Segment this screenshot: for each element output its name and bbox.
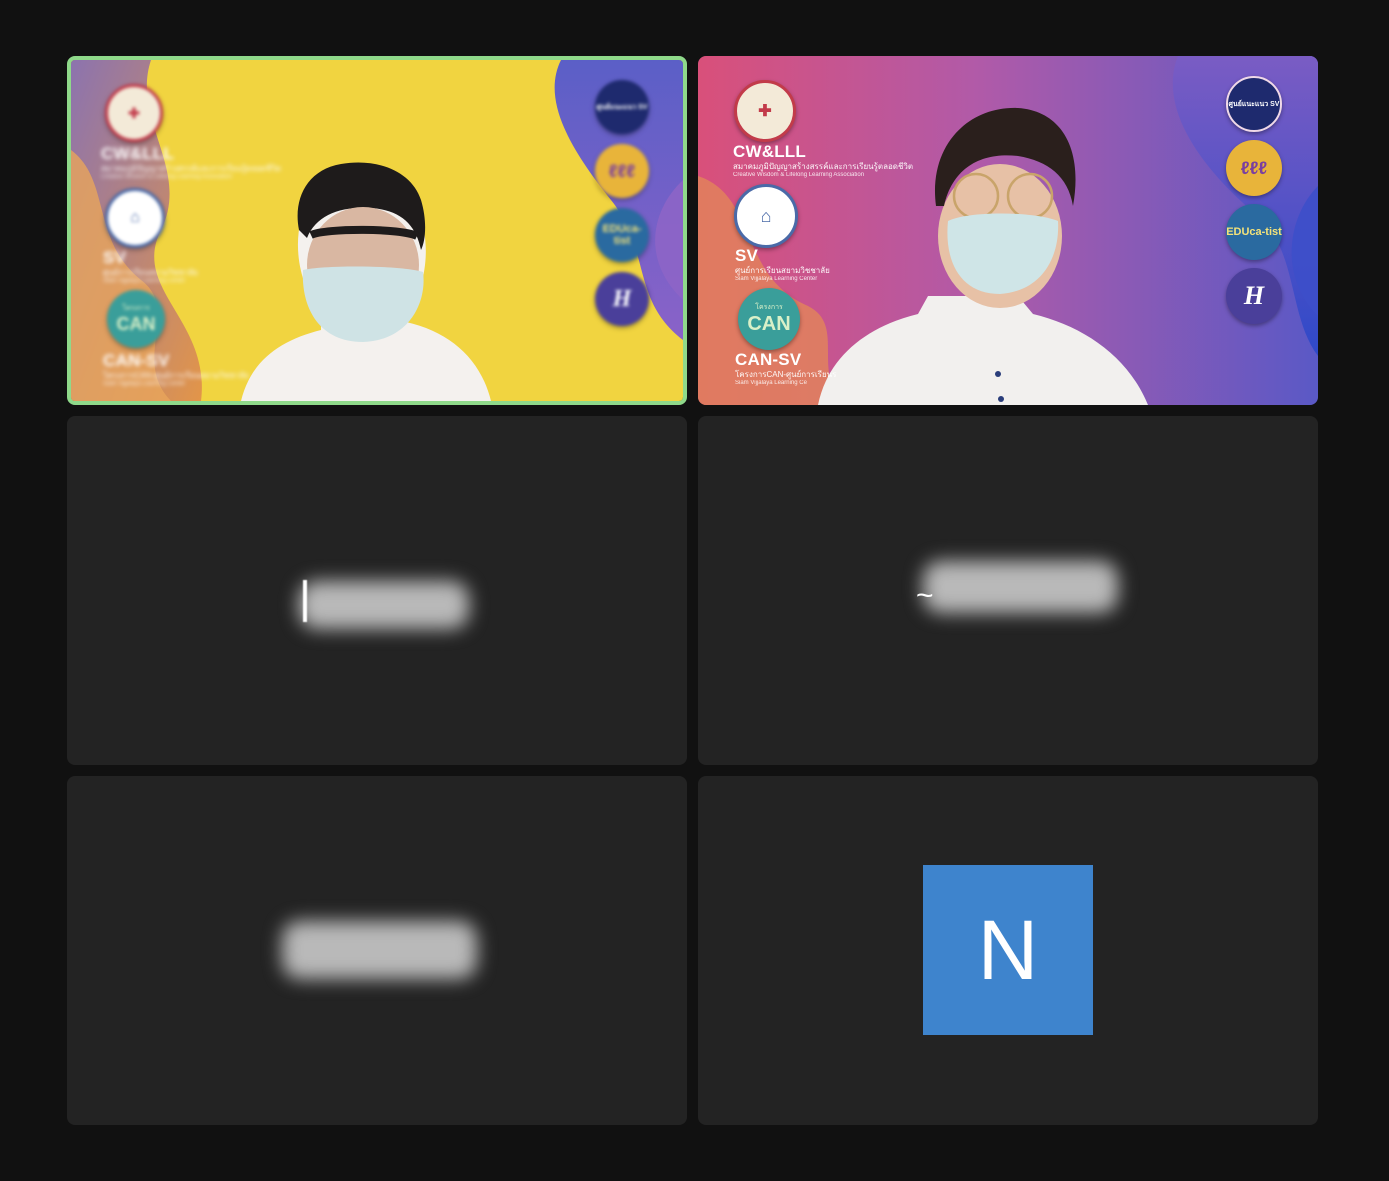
brand-cwlll: CW&LLL สมาคมภูมิปัญญาสร้างสรรค์และการเรี… xyxy=(101,144,281,181)
brand-can-sv: CAN-SV โครงการCAN-ศูนย์การเรียนสยามวิชชา… xyxy=(103,351,249,388)
lll-logo: ℓℓℓ xyxy=(1226,140,1282,196)
redacted-participant-name xyxy=(282,921,477,979)
participant-tile[interactable]: ✚ CW&LLL สมาคมภูมิปัญญาสร้างสรรค์และการเ… xyxy=(698,56,1318,405)
brand-code: CW&LLL xyxy=(733,142,806,161)
brand-english: Siam Vijjalaya Learning Center xyxy=(103,381,186,387)
can-logo-text: CAN xyxy=(116,314,156,334)
redacted-participant-name xyxy=(299,581,469,629)
brand-sv: SV ศูนย์การเรียนสยามวิชชาลัย Siam Vijjal… xyxy=(103,248,198,285)
participant-tile-video-off[interactable] xyxy=(67,416,687,765)
brand-english: Siam Vijjalaya Learning Center xyxy=(735,276,818,282)
can-logo-text: CAN xyxy=(747,313,791,335)
brand-cwlll: CW&LLL สมาคมภูมิปัญญาสร้างสรรค์และการเรี… xyxy=(733,142,913,179)
guidance-center-logo: ศูนย์แนะแนว SV xyxy=(595,80,649,134)
can-logo-caption: โครงการ xyxy=(122,305,150,312)
brand-sv: SV ศูนย์การเรียนสยามวิชชาลัย Siam Vijjal… xyxy=(735,246,830,283)
name-label-edge xyxy=(303,580,307,622)
can-logo: โครงการ CAN xyxy=(738,288,800,350)
redacted-participant-name xyxy=(923,561,1118,613)
participant-tile-video-off[interactable] xyxy=(67,776,687,1125)
brand-thai: สมาคมภูมิปัญญาสร้างสรรค์และการเรียนรู้ตล… xyxy=(101,164,282,173)
brand-code: CAN-SV xyxy=(735,350,802,369)
brand-can-sv: CAN-SV โครงการCAN-ศูนย์การเรียนร Siam Vi… xyxy=(735,350,836,387)
name-label-tilde: ~ xyxy=(916,579,934,612)
participant-tile-active-speaker[interactable]: ✚ CW&LLL สมาคมภูมิปัญญาสร้างสรรค์และการเ… xyxy=(67,56,687,405)
educatist-logo: EDUca-tist xyxy=(1226,204,1282,260)
cw-lll-logo: ✚ xyxy=(105,84,163,142)
educatist-logo: EDUca-tist xyxy=(595,208,649,262)
brand-thai: ศูนย์การเรียนสยามวิชชาลัย xyxy=(735,266,830,275)
brand-english: Siam Vijjalaya Learning Ce xyxy=(735,380,807,386)
brand-english: Siam Vijjalaya Learning Center xyxy=(103,278,186,284)
lll-logo: ℓℓℓ xyxy=(595,144,649,198)
h-logo: H xyxy=(595,272,649,326)
brand-english: Creative Wisdom & Lifelong Learning Asso… xyxy=(101,174,233,180)
brand-thai: โครงการCAN-ศูนย์การเรียนสยามวิชชาลัย xyxy=(103,371,249,380)
brand-english: Creative Wisdom & Lifelong Learning Asso… xyxy=(733,172,865,178)
brand-code: SV xyxy=(103,248,127,267)
sv-logo: ⌂ xyxy=(734,184,798,248)
cw-lll-logo: ✚ xyxy=(734,80,796,142)
brand-code: SV xyxy=(735,246,759,265)
brand-code: CW&LLL xyxy=(101,144,174,163)
participant-tile-video-off[interactable]: N xyxy=(698,776,1318,1125)
participant-tile-video-off[interactable]: ~ xyxy=(698,416,1318,765)
can-logo-caption: โครงการ xyxy=(755,304,783,311)
brand-thai: ศูนย์การเรียนสยามวิชชาลัย xyxy=(103,268,198,277)
h-logo: H xyxy=(1226,268,1282,324)
brand-thai: โครงการCAN-ศูนย์การเรียนร xyxy=(735,370,837,379)
can-logo: โครงการ CAN xyxy=(107,290,165,348)
guidance-center-logo: ศูนย์แนะแนว SV xyxy=(1226,76,1282,132)
brand-code: CAN-SV xyxy=(103,351,170,370)
brand-thai: สมาคมภูมิปัญญาสร้างสรรค์และการเรียนรู้ตล… xyxy=(733,162,914,171)
sv-logo: ⌂ xyxy=(105,188,165,248)
video-gallery: ✚ CW&LLL สมาคมภูมิปัญญาสร้างสรรค์และการเ… xyxy=(0,0,1389,1181)
participant-avatar: N xyxy=(923,865,1093,1035)
